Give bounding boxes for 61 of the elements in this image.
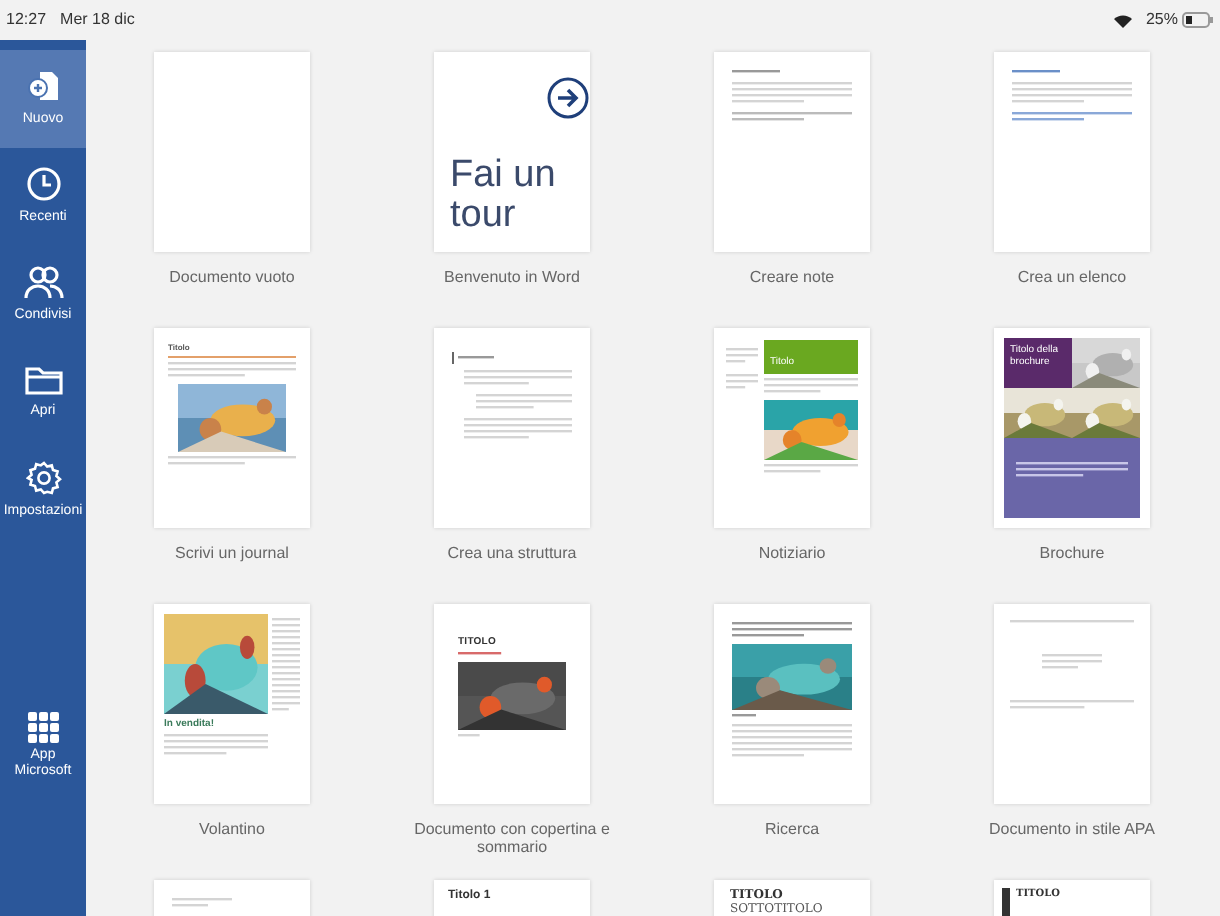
text-lines-drawing [458, 734, 480, 740]
text-lines-drawing [726, 348, 758, 366]
template-thumbnail[interactable] [714, 52, 870, 252]
template-thumbnail[interactable] [154, 52, 310, 252]
text-lines-drawing [458, 652, 502, 658]
template-label: Crea una struttura [445, 544, 579, 562]
template-label: Documento con copertina e sommario [412, 820, 612, 856]
text-lines-drawing [172, 898, 232, 910]
template-label: Brochure [1037, 544, 1107, 562]
template-thumbnail[interactable] [434, 328, 590, 528]
text-lines-drawing [464, 370, 572, 388]
status-date: Mer 18 dic [60, 8, 135, 32]
app-grid-icon [27, 712, 59, 744]
text-lines-drawing [1042, 654, 1102, 672]
text-lines-drawing [272, 618, 300, 714]
title-bar-drawing [1002, 888, 1010, 916]
arrow-circle-icon [546, 76, 590, 120]
text-lines-drawing [732, 82, 852, 106]
text-lines-drawing [464, 418, 572, 442]
template-label: Documento in stile APA [986, 820, 1157, 838]
wifi-icon [1113, 13, 1132, 27]
template-label: Benvenuto in Word [442, 268, 582, 286]
clock-icon [25, 165, 61, 202]
text-lines-drawing [764, 464, 858, 476]
template-label: Creare note [747, 268, 837, 286]
text-lines-drawing [732, 714, 756, 720]
text-lines-drawing [1012, 82, 1132, 106]
template-label: Volantino [197, 820, 267, 838]
folder-icon [23, 363, 63, 396]
template-label: Crea un elenco [1015, 268, 1129, 286]
template-thumbnail[interactable]: Fai un tour [434, 52, 590, 252]
text-lines-drawing [1012, 112, 1132, 124]
text-lines-drawing [732, 724, 852, 760]
template-thumbnail[interactable] [994, 604, 1150, 804]
text-lines-drawing [1010, 700, 1134, 712]
text-lines-drawing [458, 355, 494, 361]
text-lines-drawing [732, 622, 852, 640]
text-lines-drawing [1012, 70, 1060, 76]
template-thumbnail[interactable] [714, 604, 870, 804]
text-lines-drawing [732, 112, 852, 124]
settings-icon [25, 459, 61, 496]
text-lines-drawing [726, 374, 758, 392]
new-document-icon [25, 67, 61, 104]
text-lines-drawing [168, 456, 296, 468]
template-label: Notiziario [756, 544, 828, 562]
text-lines-drawing [476, 394, 572, 412]
template-label: Scrivi un journal [173, 544, 291, 562]
text-lines-drawing [164, 734, 268, 758]
text-lines-drawing [764, 378, 858, 396]
text-lines-drawing [1016, 462, 1128, 480]
text-lines-drawing [1010, 620, 1134, 626]
status-time: 12:27 [6, 8, 47, 32]
battery-percent: 25% [1145, 8, 1178, 32]
template-thumbnail[interactable] [994, 52, 1150, 252]
battery-icon [1182, 12, 1214, 28]
text-lines-drawing [168, 362, 296, 380]
people-icon [23, 263, 63, 300]
preview-title: Fai un tour [450, 156, 558, 236]
template-label: Documento vuoto [167, 268, 297, 286]
template-label: Ricerca [762, 820, 822, 838]
text-lines-drawing [732, 70, 780, 76]
